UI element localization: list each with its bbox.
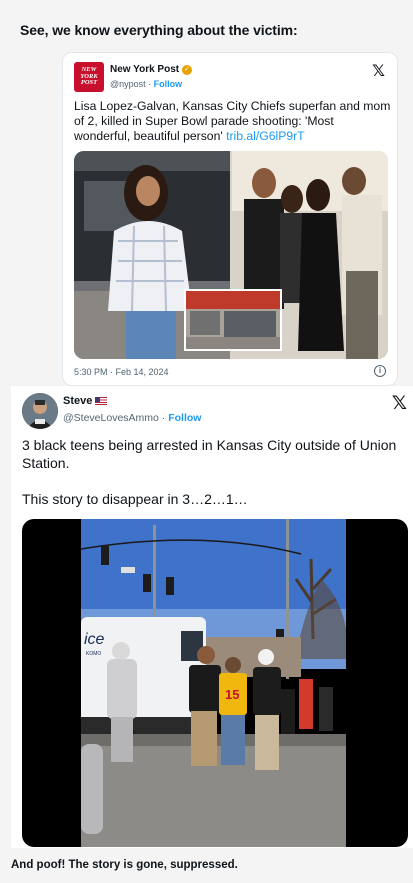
nypost-tweet-card[interactable]: NEW YORK POST New York Post ✓ @nypost · … (62, 52, 398, 386)
tweet-text: 3 black teens being arrested in Kansas C… (22, 437, 397, 507)
avatar-image (22, 393, 58, 429)
x-logo-icon[interactable]: 𝕏 (392, 392, 407, 414)
victim-photo-collage (74, 151, 388, 359)
us-flag-icon (95, 397, 108, 405)
x-logo-icon[interactable]: 𝕏 (372, 61, 385, 80)
top-caption: See, we know everything about the victim… (20, 22, 298, 38)
video-frame[interactable]: ice KOMO 15 (81, 519, 346, 847)
tweet-author-handle: @SteveLovesAmmo · Follow (63, 412, 201, 424)
tweet-text: Lisa Lopez-Galvan, Kansas City Chiefs su… (74, 99, 392, 144)
tweet-link[interactable]: trib.al/G6lP9rT (226, 129, 305, 143)
tweet-timestamp[interactable]: 5:30 PM · Feb 14, 2024 (74, 367, 169, 377)
info-icon[interactable]: i (374, 365, 386, 377)
tweet-video[interactable]: ice KOMO 15 (22, 519, 408, 847)
nypost-logo-line: POST (80, 79, 98, 87)
author-handle-text: @SteveLovesAmmo (63, 412, 159, 424)
arrest-scene-image: ice KOMO 15 (81, 519, 346, 847)
jersey-number: 15 (225, 687, 239, 702)
tweet-author-handle: @nypost · Follow (110, 79, 182, 89)
author-handle-text: @nypost (110, 79, 146, 89)
van-truck-text: KOMO (86, 651, 101, 657)
nypost-logo[interactable]: NEW YORK POST (74, 62, 104, 92)
bottom-caption: And poof! The story is gone, suppressed. (11, 859, 238, 871)
avatar[interactable] (22, 393, 58, 429)
author-name-text: New York Post (110, 64, 180, 75)
van-sign-text: ice (84, 631, 105, 648)
follow-button[interactable]: Follow (154, 79, 183, 89)
follow-button[interactable]: Follow (168, 412, 201, 424)
tweet-photo[interactable] (74, 151, 388, 359)
steve-tweet-card[interactable]: Steve @SteveLovesAmmo · Follow 𝕏 3 black… (11, 386, 413, 848)
tweet-author-name[interactable]: Steve (63, 395, 108, 407)
author-name-text: Steve (63, 395, 93, 407)
tweet-author-name[interactable]: New York Post ✓ (110, 64, 193, 75)
separator: · (161, 412, 166, 424)
verified-badge-icon: ✓ (182, 64, 193, 75)
